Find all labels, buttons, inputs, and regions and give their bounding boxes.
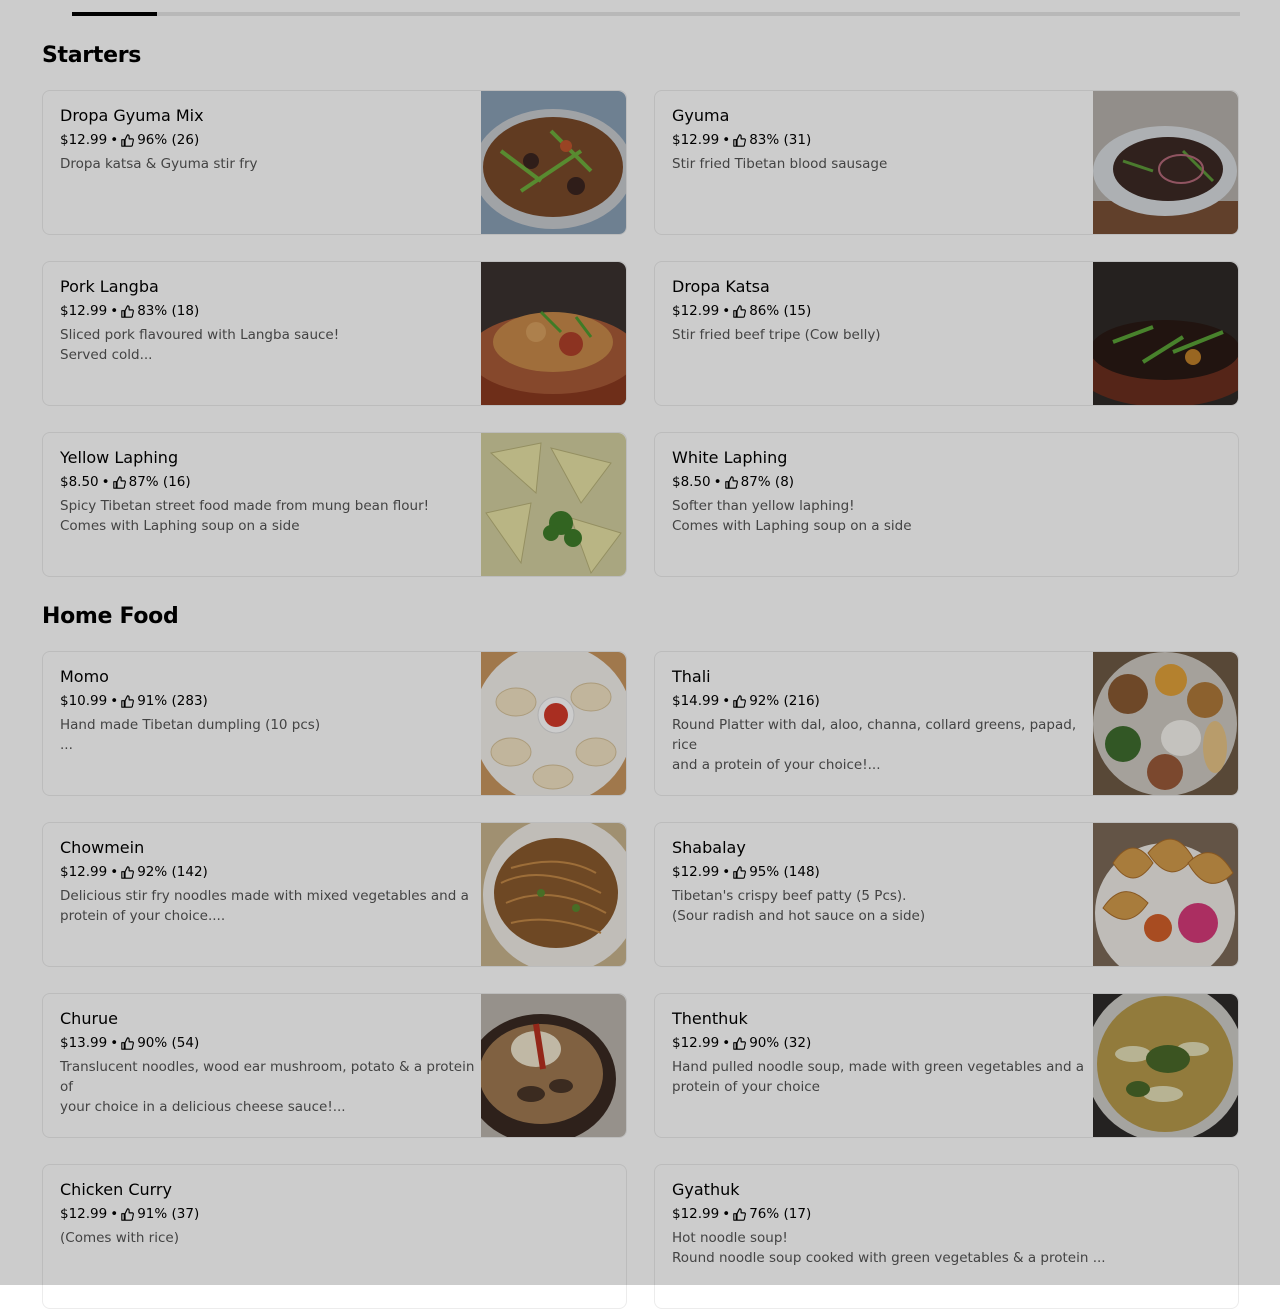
modal-backdrop[interactable] [0, 0, 1280, 1285]
